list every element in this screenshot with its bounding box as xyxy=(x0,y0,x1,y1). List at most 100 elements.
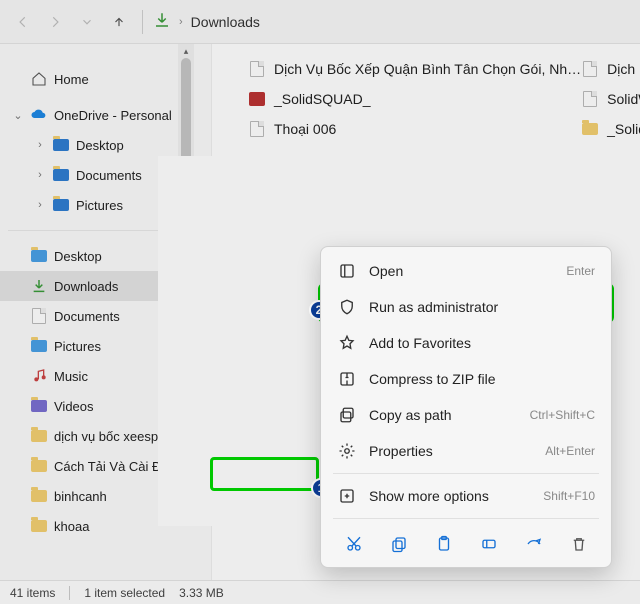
file-label: Dịch Vụ Bốc Xếp Quận Bình Tân Chọn Gói, … xyxy=(274,61,581,77)
file-item[interactable]: SolidWork xyxy=(581,84,640,114)
copy-path-icon xyxy=(337,406,357,424)
music-icon xyxy=(30,367,48,385)
folder-icon xyxy=(30,427,48,445)
status-size: 3.33 MB xyxy=(179,586,224,600)
file-label: _SolidSQ xyxy=(607,121,640,137)
folder-icon xyxy=(30,487,48,505)
breadcrumb-item[interactable]: Downloads xyxy=(191,14,260,30)
sidebar-label: khoaa xyxy=(54,519,89,534)
separator xyxy=(333,473,599,474)
sidebar-label: Downloads xyxy=(54,279,118,294)
page-icon xyxy=(581,60,599,78)
folder-icon xyxy=(52,196,70,214)
folder-icon xyxy=(30,517,48,535)
menu-action-bar xyxy=(327,523,605,561)
properties-icon xyxy=(337,442,357,460)
home-icon xyxy=(30,70,48,88)
rename-icon[interactable] xyxy=(473,529,505,559)
back-button[interactable] xyxy=(10,9,36,35)
sidebar-label: OneDrive - Personal xyxy=(54,108,172,123)
archive-icon xyxy=(248,90,266,108)
breadcrumb[interactable]: › Downloads xyxy=(153,11,260,32)
downloads-icon xyxy=(153,11,171,32)
separator xyxy=(69,586,70,600)
menu-label: Run as administrator xyxy=(369,299,595,315)
menu-shortcut: Shift+F10 xyxy=(543,489,595,503)
folder-icon xyxy=(52,136,70,154)
documents-icon xyxy=(30,307,48,325)
menu-label: Add to Favorites xyxy=(369,335,595,351)
expand-icon[interactable]: › xyxy=(34,169,46,181)
menu-item-properties[interactable]: Properties Alt+Enter xyxy=(327,433,605,469)
chevron-right-icon: › xyxy=(179,16,183,28)
page-icon xyxy=(248,120,266,138)
folder-icon xyxy=(581,120,599,138)
sidebar-label: Videos xyxy=(54,399,94,414)
sidebar-label: Pictures xyxy=(76,198,123,213)
open-icon xyxy=(337,262,357,280)
file-label: _SolidSQUAD_ xyxy=(274,91,371,107)
sidebar-label: Music xyxy=(54,369,88,384)
zip-icon xyxy=(337,370,357,388)
folder-icon xyxy=(30,457,48,475)
sidebar-label: binhcanh xyxy=(54,489,107,504)
menu-label: Copy as path xyxy=(369,407,518,423)
expand-icon[interactable]: ⌄ xyxy=(12,109,24,122)
sidebar-label: Pictures xyxy=(54,339,101,354)
page-icon xyxy=(581,90,599,108)
status-selection: 1 item selected xyxy=(84,586,165,600)
menu-shortcut: Ctrl+Shift+C xyxy=(530,408,595,422)
separator xyxy=(333,518,599,519)
forward-button[interactable] xyxy=(42,9,68,35)
status-bar: 41 items 1 item selected 3.33 MB xyxy=(0,580,640,604)
sidebar-label: Documents xyxy=(76,168,142,183)
sidebar-label: Home xyxy=(54,72,89,87)
recent-dropdown[interactable] xyxy=(74,9,100,35)
file-label: Dịch xyxy=(607,61,635,77)
more-icon xyxy=(337,487,357,505)
star-icon xyxy=(337,334,357,352)
menu-label: Open xyxy=(369,263,554,279)
page-icon xyxy=(248,60,266,78)
delete-icon[interactable] xyxy=(563,529,595,559)
menu-shortcut: Enter xyxy=(566,264,595,278)
folder-icon xyxy=(52,166,70,184)
address-bar: › Downloads xyxy=(0,0,640,44)
shield-icon xyxy=(337,298,357,316)
pictures-icon xyxy=(30,337,48,355)
menu-item-more[interactable]: Show more options Shift+F10 xyxy=(327,478,605,514)
paste-icon[interactable] xyxy=(428,529,460,559)
share-icon[interactable] xyxy=(518,529,550,559)
sidebar-label: Desktop xyxy=(54,249,102,264)
sidebar-label: Documents xyxy=(54,309,120,324)
menu-item-favorites[interactable]: Add to Favorites xyxy=(327,325,605,361)
menu-item-open[interactable]: Open Enter xyxy=(327,253,605,289)
file-item[interactable]: Thoại 006 xyxy=(212,114,581,144)
copy-icon[interactable] xyxy=(383,529,415,559)
context-menu: Open Enter Run as administrator Add to F… xyxy=(320,246,612,568)
sidebar-label: Desktop xyxy=(76,138,124,153)
status-item-count: 41 items xyxy=(10,586,55,600)
desktop-icon xyxy=(30,247,48,265)
downloads-icon xyxy=(30,277,48,295)
menu-label: Show more options xyxy=(369,488,531,504)
menu-label: Properties xyxy=(369,443,533,459)
file-item[interactable]: _SolidSQUAD_ xyxy=(212,84,581,114)
up-button[interactable] xyxy=(106,9,132,35)
menu-shortcut: Alt+Enter xyxy=(545,444,595,458)
menu-label: Compress to ZIP file xyxy=(369,371,595,387)
file-item[interactable]: Dịch xyxy=(581,54,640,84)
cloud-icon xyxy=(30,106,48,124)
menu-item-run-admin[interactable]: Run as administrator xyxy=(327,289,605,325)
menu-item-zip[interactable]: Compress to ZIP file xyxy=(327,361,605,397)
videos-icon xyxy=(30,397,48,415)
file-item[interactable]: _SolidSQ xyxy=(581,114,640,144)
cut-icon[interactable] xyxy=(338,529,370,559)
file-label: Thoại 006 xyxy=(274,121,336,137)
separator xyxy=(142,10,143,34)
expand-icon[interactable]: › xyxy=(34,199,46,211)
menu-item-copy-path[interactable]: Copy as path Ctrl+Shift+C xyxy=(327,397,605,433)
expand-icon[interactable]: › xyxy=(34,139,46,151)
file-label: SolidWork xyxy=(607,91,640,107)
file-item[interactable]: Dịch Vụ Bốc Xếp Quận Bình Tân Chọn Gói, … xyxy=(212,54,581,84)
